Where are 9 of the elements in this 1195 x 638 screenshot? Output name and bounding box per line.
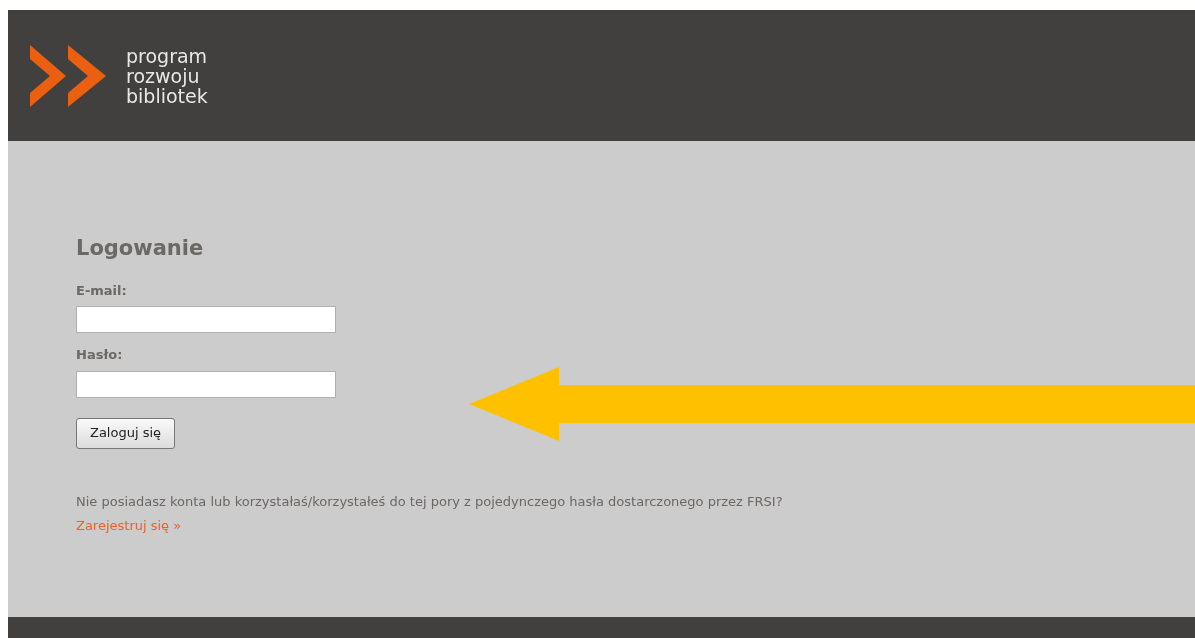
login-button[interactable]: Zaloguj się xyxy=(76,417,176,449)
double-chevron-logo-icon xyxy=(30,44,108,107)
field-label: E-mail: xyxy=(76,281,128,300)
input-field[interactable] xyxy=(76,306,336,333)
page-title: Logowanie xyxy=(76,235,205,262)
field-label: Hasło: xyxy=(76,346,124,364)
register-prompt: Nie posiadasz konta lub korzystałaś/korzystałeś do tej pory z pojedynczego hasła dostarczonego przez FRSI? xyxy=(76,492,784,511)
input-field[interactable] xyxy=(76,370,336,398)
logo-text: program xyxy=(126,45,208,66)
